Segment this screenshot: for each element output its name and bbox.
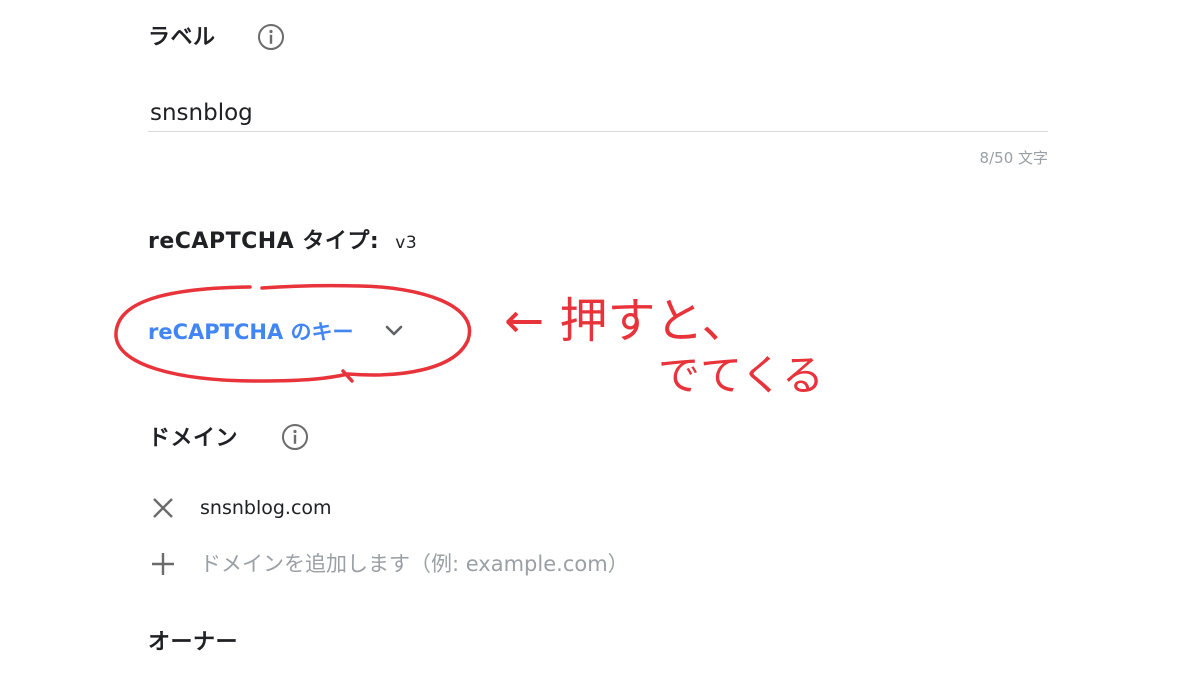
domain-name: snsnblog.com	[200, 497, 332, 519]
add-domain-row	[150, 551, 760, 577]
domain-list-item: snsnblog.com	[150, 495, 332, 521]
info-icon[interactable]	[256, 22, 286, 52]
domain-section-title: ドメイン	[148, 426, 239, 451]
annotation-line-2: でてくる	[658, 351, 820, 400]
recaptcha-type-row: reCAPTCHA タイプ: v3	[148, 223, 417, 255]
annotation-line-1: ← 押すと、	[504, 293, 750, 349]
label-character-counter: 8/50 文字	[979, 149, 1048, 167]
annotation-note: ← 押すと、 でてくる	[504, 293, 820, 400]
label-section-title: ラベル	[148, 25, 216, 50]
add-domain-button[interactable]	[150, 551, 176, 577]
add-domain-input[interactable]	[200, 552, 760, 576]
recaptcha-type-value: v3	[395, 233, 418, 253]
info-icon[interactable]	[280, 422, 310, 452]
recaptcha-type-title: reCAPTCHA タイプ:	[148, 229, 380, 254]
recaptcha-keys-label: reCAPTCHA のキー	[148, 320, 354, 344]
close-icon	[153, 498, 173, 518]
remove-domain-button[interactable]	[150, 495, 176, 521]
label-input[interactable]	[148, 94, 1048, 132]
plus-icon	[152, 553, 174, 575]
recaptcha-keys-toggle[interactable]: reCAPTCHA のキー	[148, 316, 404, 346]
chevron-down-icon	[385, 325, 402, 336]
recaptcha-settings-form: ラベル 8/50 文字 reCAPTCHA タイプ: v3 reCAPTCHA …	[0, 0, 1200, 675]
owner-section-title: オーナー	[148, 630, 239, 655]
